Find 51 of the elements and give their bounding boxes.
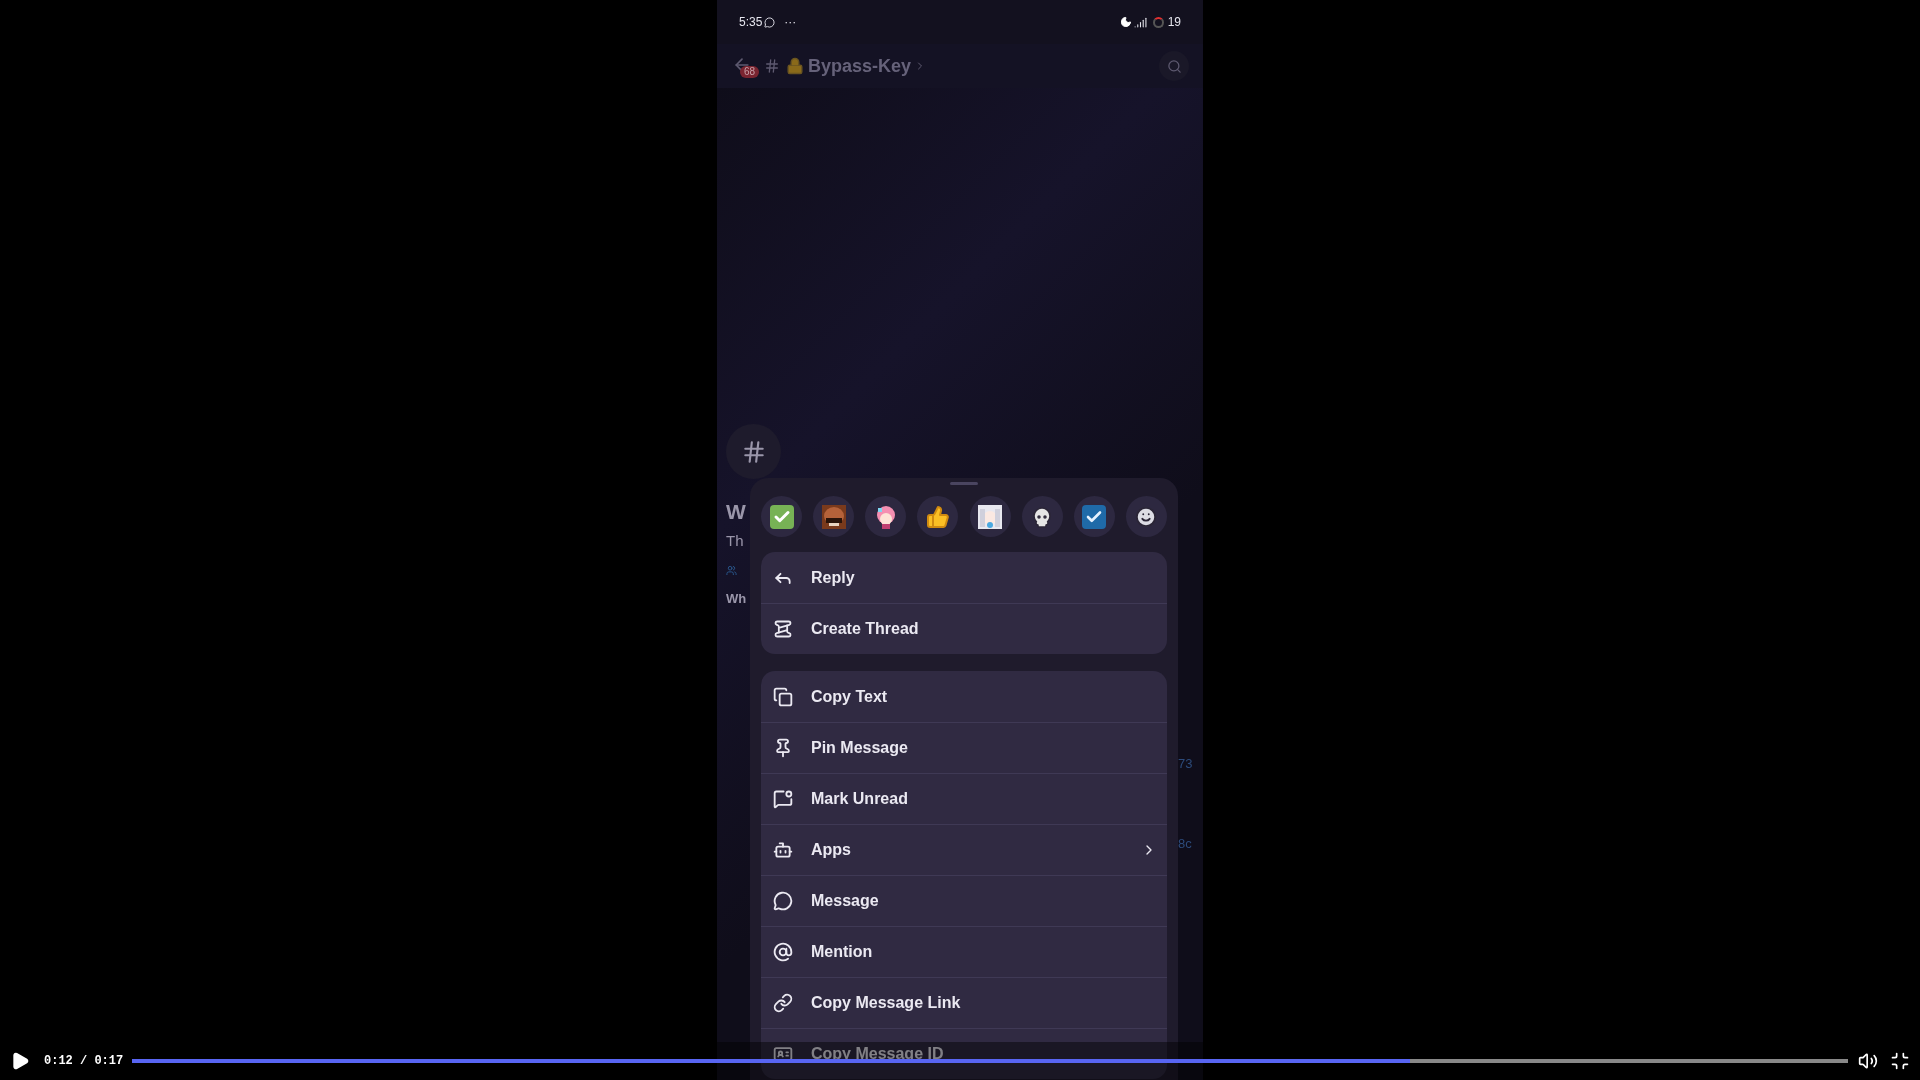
unread-badge: 68: [740, 66, 760, 78]
signal-icon: [1133, 15, 1147, 29]
people-icon: [726, 565, 737, 576]
play-button[interactable]: [10, 1051, 30, 1071]
menu-item[interactable]: Apps: [761, 824, 1167, 875]
message-fragment: Wh: [726, 590, 747, 608]
reaction-button[interactable]: [1021, 496, 1063, 537]
menu-item[interactable]: Pin Message: [761, 722, 1167, 773]
chat-bubble-icon: [773, 789, 793, 809]
lock-icon: [786, 57, 804, 75]
message-fragment: 73: [1178, 755, 1193, 773]
thumbs-up-icon: [925, 504, 950, 529]
menu-item[interactable]: Copy Text: [761, 671, 1167, 722]
chat-bubble-icon: [773, 891, 793, 911]
volume-button[interactable]: [1858, 1051, 1878, 1071]
reaction-button[interactable]: [969, 496, 1011, 537]
progress-track[interactable]: [132, 1059, 1848, 1063]
check-mark-icon: [1082, 504, 1107, 529]
message-fragment: W: [726, 499, 746, 525]
chat-bubble-icon: [764, 16, 776, 28]
message-fragment: 8c: [1178, 834, 1192, 853]
robot-icon: [773, 840, 793, 860]
more-indicator: ···: [784, 14, 797, 31]
thread-icon: [773, 619, 793, 639]
menu-item[interactable]: Mention: [761, 926, 1167, 977]
battery-icon: [1152, 16, 1164, 28]
reaction-button[interactable]: [761, 496, 802, 537]
drag-handle[interactable]: [950, 482, 978, 485]
reaction-button[interactable]: [1073, 496, 1115, 537]
pin-icon: [773, 738, 793, 758]
smiley-icon: [1135, 505, 1158, 528]
message-fragment: Th: [726, 531, 744, 551]
exit-fullscreen-button[interactable]: [1890, 1051, 1910, 1071]
menu-item[interactable]: Create Thread: [761, 603, 1167, 654]
menu-item[interactable]: Copy Message Link: [761, 977, 1167, 1028]
status-time: 5:35: [739, 14, 763, 31]
reaction-button[interactable]: [1126, 496, 1167, 537]
menu-item[interactable]: Mark Unread: [761, 773, 1167, 824]
moon-icon: [1119, 16, 1132, 28]
menu-item[interactable]: Message: [761, 875, 1167, 926]
battery-level: 19: [1167, 14, 1181, 31]
at-sign-icon: [773, 942, 793, 962]
search-icon: [1166, 58, 1182, 74]
check-mark-icon: [769, 504, 794, 529]
reaction-button[interactable]: [865, 496, 907, 537]
menu-item[interactable]: Reply: [761, 552, 1167, 603]
copy-icon: [773, 686, 793, 707]
reaction-button[interactable]: [917, 496, 959, 537]
link-icon: [773, 993, 793, 1013]
video-time: 0:12 / 0:17: [44, 1053, 124, 1070]
hash-icon: [764, 58, 780, 74]
